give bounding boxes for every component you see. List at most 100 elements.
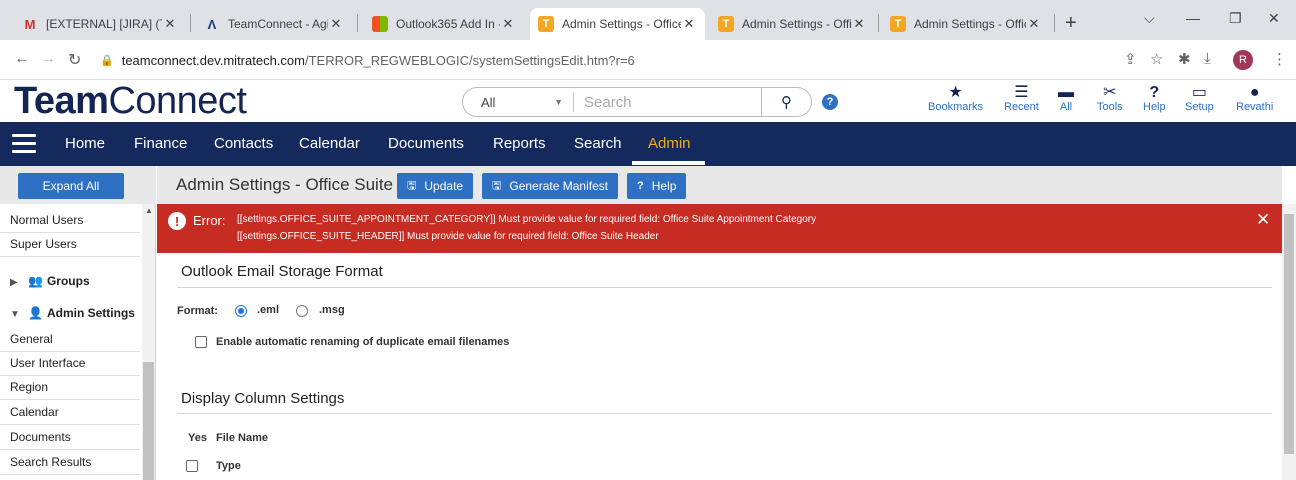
search-category-select[interactable]: All ▼ xyxy=(463,95,573,110)
tab-close-icon[interactable]: ✕ xyxy=(162,16,178,32)
lock-icon: 🔒 xyxy=(100,54,114,67)
search-category-value: All xyxy=(481,94,496,110)
error-banner: ! Error: [[settings.OFFICE_SUITE_APPOINT… xyxy=(157,204,1282,253)
tab-close-icon[interactable]: ✕ xyxy=(1026,16,1042,32)
header-nav-user[interactable]: ● Revathi xyxy=(1236,84,1273,113)
format-radio-msg[interactable] xyxy=(296,305,308,317)
tab-close-icon[interactable]: ✕ xyxy=(328,16,344,32)
tab-title: Admin Settings - Office xyxy=(914,17,1026,31)
profile-avatar[interactable]: R xyxy=(1233,50,1253,70)
generate-manifest-button[interactable]: 🖫 Generate Manifest xyxy=(482,173,619,199)
teamconnect-logo[interactable]: TeamConnect xyxy=(14,80,247,122)
close-error-icon[interactable]: ✕ xyxy=(1256,210,1270,230)
help-button[interactable]: ? Help xyxy=(627,173,687,199)
gmail-icon: M xyxy=(24,16,36,32)
microsoft-icon xyxy=(372,16,388,32)
sidebar-item-admin-settings[interactable]: ▼ 👤 Admin Settings xyxy=(10,306,135,320)
sidebar-item-normal-users[interactable]: Normal Users xyxy=(10,213,83,227)
sidebar-item-user-interface[interactable]: User Interface xyxy=(10,356,85,370)
expand-caret-icon[interactable]: ▶ xyxy=(10,277,28,288)
format-label: Format: xyxy=(177,305,218,317)
url-bar[interactable]: 🔒 teamconnect.dev.mitratech.com /TERROR_… xyxy=(100,46,1110,74)
download-icon[interactable]: ⤓ xyxy=(1204,50,1211,67)
dropdown-arrow-icon: ▼ xyxy=(554,96,563,107)
tab-separator xyxy=(1054,14,1055,32)
tab-search-icon[interactable]: ⌵ xyxy=(1144,10,1155,27)
expand-all-button[interactable]: Expand All xyxy=(18,173,124,199)
browser-tab-admin-settings[interactable]: T Admin Settings - Office ✕ xyxy=(882,8,1050,40)
question-icon: ? xyxy=(1149,84,1160,101)
format-radio-eml[interactable] xyxy=(235,305,247,317)
nav-reports[interactable]: Reports xyxy=(493,122,546,166)
back-arrow-icon[interactable]: ← xyxy=(14,50,30,68)
logo-bold: Team xyxy=(14,80,109,122)
header-nav-setup[interactable]: ▭ Setup xyxy=(1185,84,1214,113)
sidebar-item-general[interactable]: General xyxy=(10,332,53,346)
error-icon: ! xyxy=(168,212,186,230)
rename-duplicates-checkbox[interactable] xyxy=(195,336,207,348)
browser-tabstrip: M [EXTERNAL] [JIRA] (TC- ✕ Λ TeamConnect… xyxy=(0,0,1296,40)
hamburger-menu-icon[interactable] xyxy=(12,134,36,154)
extensions-icon[interactable]: ✱ xyxy=(1178,50,1191,68)
column-type-checkbox[interactable] xyxy=(186,460,198,472)
tab-separator xyxy=(190,14,191,32)
header-nav-bookmarks[interactable]: ★ Bookmarks xyxy=(928,84,983,113)
nav-home[interactable]: Home xyxy=(65,122,105,166)
sidebar-item-calendar[interactable]: Calendar xyxy=(10,405,59,419)
browser-tab-jira[interactable]: Λ TeamConnect - Agile Bo ✕ xyxy=(196,8,352,40)
nav-finance[interactable]: Finance xyxy=(134,122,187,166)
collapse-caret-icon[interactable]: ▼ xyxy=(10,309,28,320)
nav-search[interactable]: Search xyxy=(574,122,622,166)
tab-close-icon[interactable]: ✕ xyxy=(681,16,697,32)
groups-icon: 👥 xyxy=(28,274,43,288)
bookmark-star-icon[interactable]: ☆ xyxy=(1150,50,1163,68)
search-icon[interactable]: ⚲ xyxy=(761,87,811,117)
section-title-display-columns: Display Column Settings xyxy=(181,390,345,407)
header-nav-recent[interactable]: ☰ Recent xyxy=(1004,84,1039,113)
new-tab-icon[interactable]: + xyxy=(1065,12,1077,35)
tab-title: Admin Settings - Office xyxy=(562,17,681,31)
sidebar-item-groups[interactable]: ▶ 👥 Groups xyxy=(10,274,90,288)
sidebar-divider xyxy=(0,424,140,425)
format-option-eml-label[interactable]: .eml xyxy=(257,304,279,316)
nav-contacts[interactable]: Contacts xyxy=(214,122,273,166)
browser-tab-outlook[interactable]: Outlook365 Add In - Te ✕ xyxy=(364,8,524,40)
tab-close-icon[interactable]: ✕ xyxy=(500,16,516,32)
nav-calendar[interactable]: Calendar xyxy=(299,122,360,166)
header-nav-label: All xyxy=(1059,101,1073,113)
format-option-msg-label[interactable]: .msg xyxy=(319,304,345,316)
maximize-icon[interactable]: ❐ xyxy=(1229,10,1242,27)
sidebar-item-super-users[interactable]: Super Users xyxy=(10,237,77,251)
browser-tab-admin-settings[interactable]: T Admin Settings - Office ✕ xyxy=(710,8,875,40)
menu-dots-icon[interactable]: ⋮ xyxy=(1272,50,1287,68)
folder-icon: ▬ xyxy=(1058,84,1074,101)
nav-documents[interactable]: Documents xyxy=(388,122,464,166)
header-nav-all[interactable]: ▬ All xyxy=(1058,84,1074,113)
reload-icon[interactable]: ↻ xyxy=(68,50,81,70)
search-input[interactable]: Search xyxy=(574,94,761,111)
star-icon: ★ xyxy=(948,84,963,101)
sidebar-item-region[interactable]: Region xyxy=(10,380,48,394)
logo-light: Connect xyxy=(108,80,247,122)
scroll-up-arrow-icon[interactable]: ▲ xyxy=(145,206,153,215)
header-nav-tools[interactable]: ✂ Tools xyxy=(1097,84,1123,113)
sidebar-item-search-results[interactable]: Search Results xyxy=(10,455,91,469)
update-button[interactable]: 🖫 Update xyxy=(397,173,474,199)
admin-settings-icon: 👤 xyxy=(28,306,43,320)
sidebar-scrollbar-thumb[interactable] xyxy=(143,362,154,480)
close-window-icon[interactable]: ✕ xyxy=(1268,10,1280,27)
forward-arrow-icon[interactable]: → xyxy=(40,50,56,68)
header-nav-label: Recent xyxy=(1004,101,1039,113)
header-nav-help[interactable]: ? Help xyxy=(1143,84,1166,113)
tab-close-icon[interactable]: ✕ xyxy=(851,16,867,32)
browser-tab-admin-settings-active[interactable]: T Admin Settings - Office ✕ xyxy=(530,8,705,40)
browser-tab-gmail[interactable]: M [EXTERNAL] [JIRA] (TC- ✕ xyxy=(14,8,186,40)
content-scrollbar-thumb[interactable] xyxy=(1284,214,1294,454)
share-icon[interactable]: ⇪ xyxy=(1124,50,1137,68)
sidebar-item-documents[interactable]: Documents xyxy=(10,430,71,444)
nav-admin[interactable]: Admin xyxy=(648,122,691,166)
section-divider xyxy=(177,287,1272,288)
search-help-icon[interactable]: ? xyxy=(822,94,838,110)
tab-title: Admin Settings - Office xyxy=(742,17,851,31)
minimize-icon[interactable]: — xyxy=(1186,10,1200,26)
